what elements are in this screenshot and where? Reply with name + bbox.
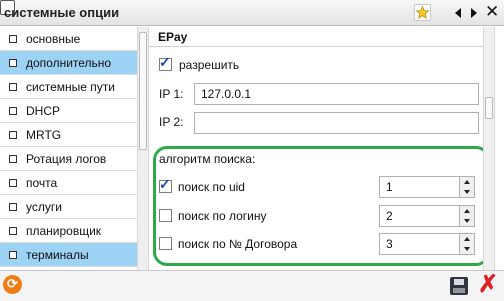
sidebar-item-label: DHCP <box>26 104 61 118</box>
sidebar-item-mrtg[interactable]: MRTG <box>0 123 137 147</box>
enable-checkbox[interactable]: ✓ <box>159 54 172 71</box>
search-contract-order-value: 3 <box>386 237 393 251</box>
bullet-icon <box>9 227 17 235</box>
save-label-strip <box>453 288 465 293</box>
panel-scrollbar-thumb[interactable] <box>485 97 493 119</box>
save-slot <box>454 279 464 285</box>
refresh-icon[interactable]: ⟳ <box>3 275 22 294</box>
bullet-icon <box>9 83 17 91</box>
panel-header: EPay <box>149 27 483 47</box>
spin-down-icon[interactable] <box>464 247 470 251</box>
checkmark-icon: ✓ <box>159 176 171 192</box>
spin-down-icon[interactable] <box>464 190 470 194</box>
arrow-right-icon[interactable] <box>471 8 477 18</box>
search-uid-order-value: 1 <box>386 180 393 194</box>
title-bar: системные опции ✕ <box>0 0 504 26</box>
sidebar-item-label: терминалы <box>26 248 89 262</box>
sidebar-item-scheduler[interactable]: планировщик <box>0 219 137 243</box>
sidebar-item-label: планировщик <box>26 224 102 238</box>
sidebar-item-mail[interactable]: почта <box>0 171 137 195</box>
sidebar-item-label: основные <box>26 32 81 46</box>
sidebar-item-system-paths[interactable]: системные пути <box>0 75 137 99</box>
search-uid-label: поиск по uid <box>178 180 245 194</box>
spin-down-icon[interactable] <box>464 219 470 223</box>
settings-panel: EPay ✓ разрешить IP 1: 127.0.0.1 IP 2: а… <box>149 27 483 270</box>
search-uid-checkbox[interactable]: ✓ <box>159 176 172 193</box>
bullet-icon <box>9 251 17 259</box>
bullet-icon <box>9 131 17 139</box>
sidebar-item-label: дополнительно <box>26 56 112 70</box>
window-title: системные опции <box>4 5 120 20</box>
sidebar-item-terminals[interactable]: терминалы <box>0 243 137 267</box>
ip1-value: 127.0.0.1 <box>201 87 252 101</box>
close-icon[interactable]: ✕ <box>485 2 499 22</box>
bullet-icon <box>9 107 17 115</box>
ip2-field[interactable] <box>194 112 479 134</box>
sidebar-item-services[interactable]: услуги <box>0 195 137 219</box>
star-icon[interactable] <box>414 4 431 21</box>
search-uid-stepper[interactable] <box>460 176 475 198</box>
sidebar-item-label: услуги <box>26 200 62 214</box>
sidebar-item-dopolnitelno[interactable]: дополнительно <box>0 51 137 75</box>
bullet-icon <box>9 35 17 43</box>
search-login-checkbox[interactable] <box>159 209 172 222</box>
bullet-icon <box>9 155 17 163</box>
search-uid-order-field[interactable]: 1 <box>379 176 460 198</box>
search-contract-label: поиск по № Договора <box>178 237 298 251</box>
ip1-field[interactable]: 127.0.0.1 <box>194 83 479 105</box>
search-heading: алгоритм поиска: <box>159 152 256 166</box>
ip1-label: IP 1: <box>159 87 184 101</box>
sidebar: основные дополнительно системные пути DH… <box>0 27 137 270</box>
sidebar-item-dhcp[interactable]: DHCP <box>0 99 137 123</box>
search-contract-order-field[interactable]: 3 <box>379 233 460 255</box>
panel-scrollbar[interactable] <box>483 27 495 270</box>
bullet-icon <box>9 203 17 211</box>
sidebar-scrollbar-thumb[interactable] <box>139 32 147 150</box>
spin-up-icon[interactable] <box>464 209 470 213</box>
search-login-label: поиск по логину <box>178 209 267 223</box>
search-login-order-field[interactable]: 2 <box>379 205 460 227</box>
checkmark-icon: ✓ <box>159 54 171 70</box>
search-contract-checkbox[interactable] <box>159 237 172 250</box>
sidebar-item-osnovnye[interactable]: основные <box>0 27 137 51</box>
spin-up-icon[interactable] <box>464 180 470 184</box>
panel-title: EPay <box>158 30 188 44</box>
bottom-toolbar <box>0 270 504 301</box>
search-login-stepper[interactable] <box>460 205 475 227</box>
delete-icon[interactable]: ✗ <box>478 272 498 298</box>
bullet-icon <box>9 179 17 187</box>
search-contract-stepper[interactable] <box>460 233 475 255</box>
refresh-glyph: ⟳ <box>7 276 18 291</box>
enable-label: разрешить <box>179 58 240 72</box>
save-icon[interactable] <box>450 277 468 295</box>
sidebar-item-log-rotation[interactable]: Ротация логов <box>0 147 137 171</box>
ip2-label: IP 2: <box>159 115 184 129</box>
sidebar-item-label: Ротация логов <box>26 152 107 166</box>
arrow-left-icon[interactable] <box>455 8 461 18</box>
sidebar-item-label: MRTG <box>26 128 62 142</box>
sidebar-item-label: системные пути <box>26 80 115 94</box>
search-login-order-value: 2 <box>386 209 393 223</box>
sidebar-item-label: почта <box>26 176 58 190</box>
spin-up-icon[interactable] <box>464 237 470 241</box>
bullet-icon <box>9 59 17 67</box>
